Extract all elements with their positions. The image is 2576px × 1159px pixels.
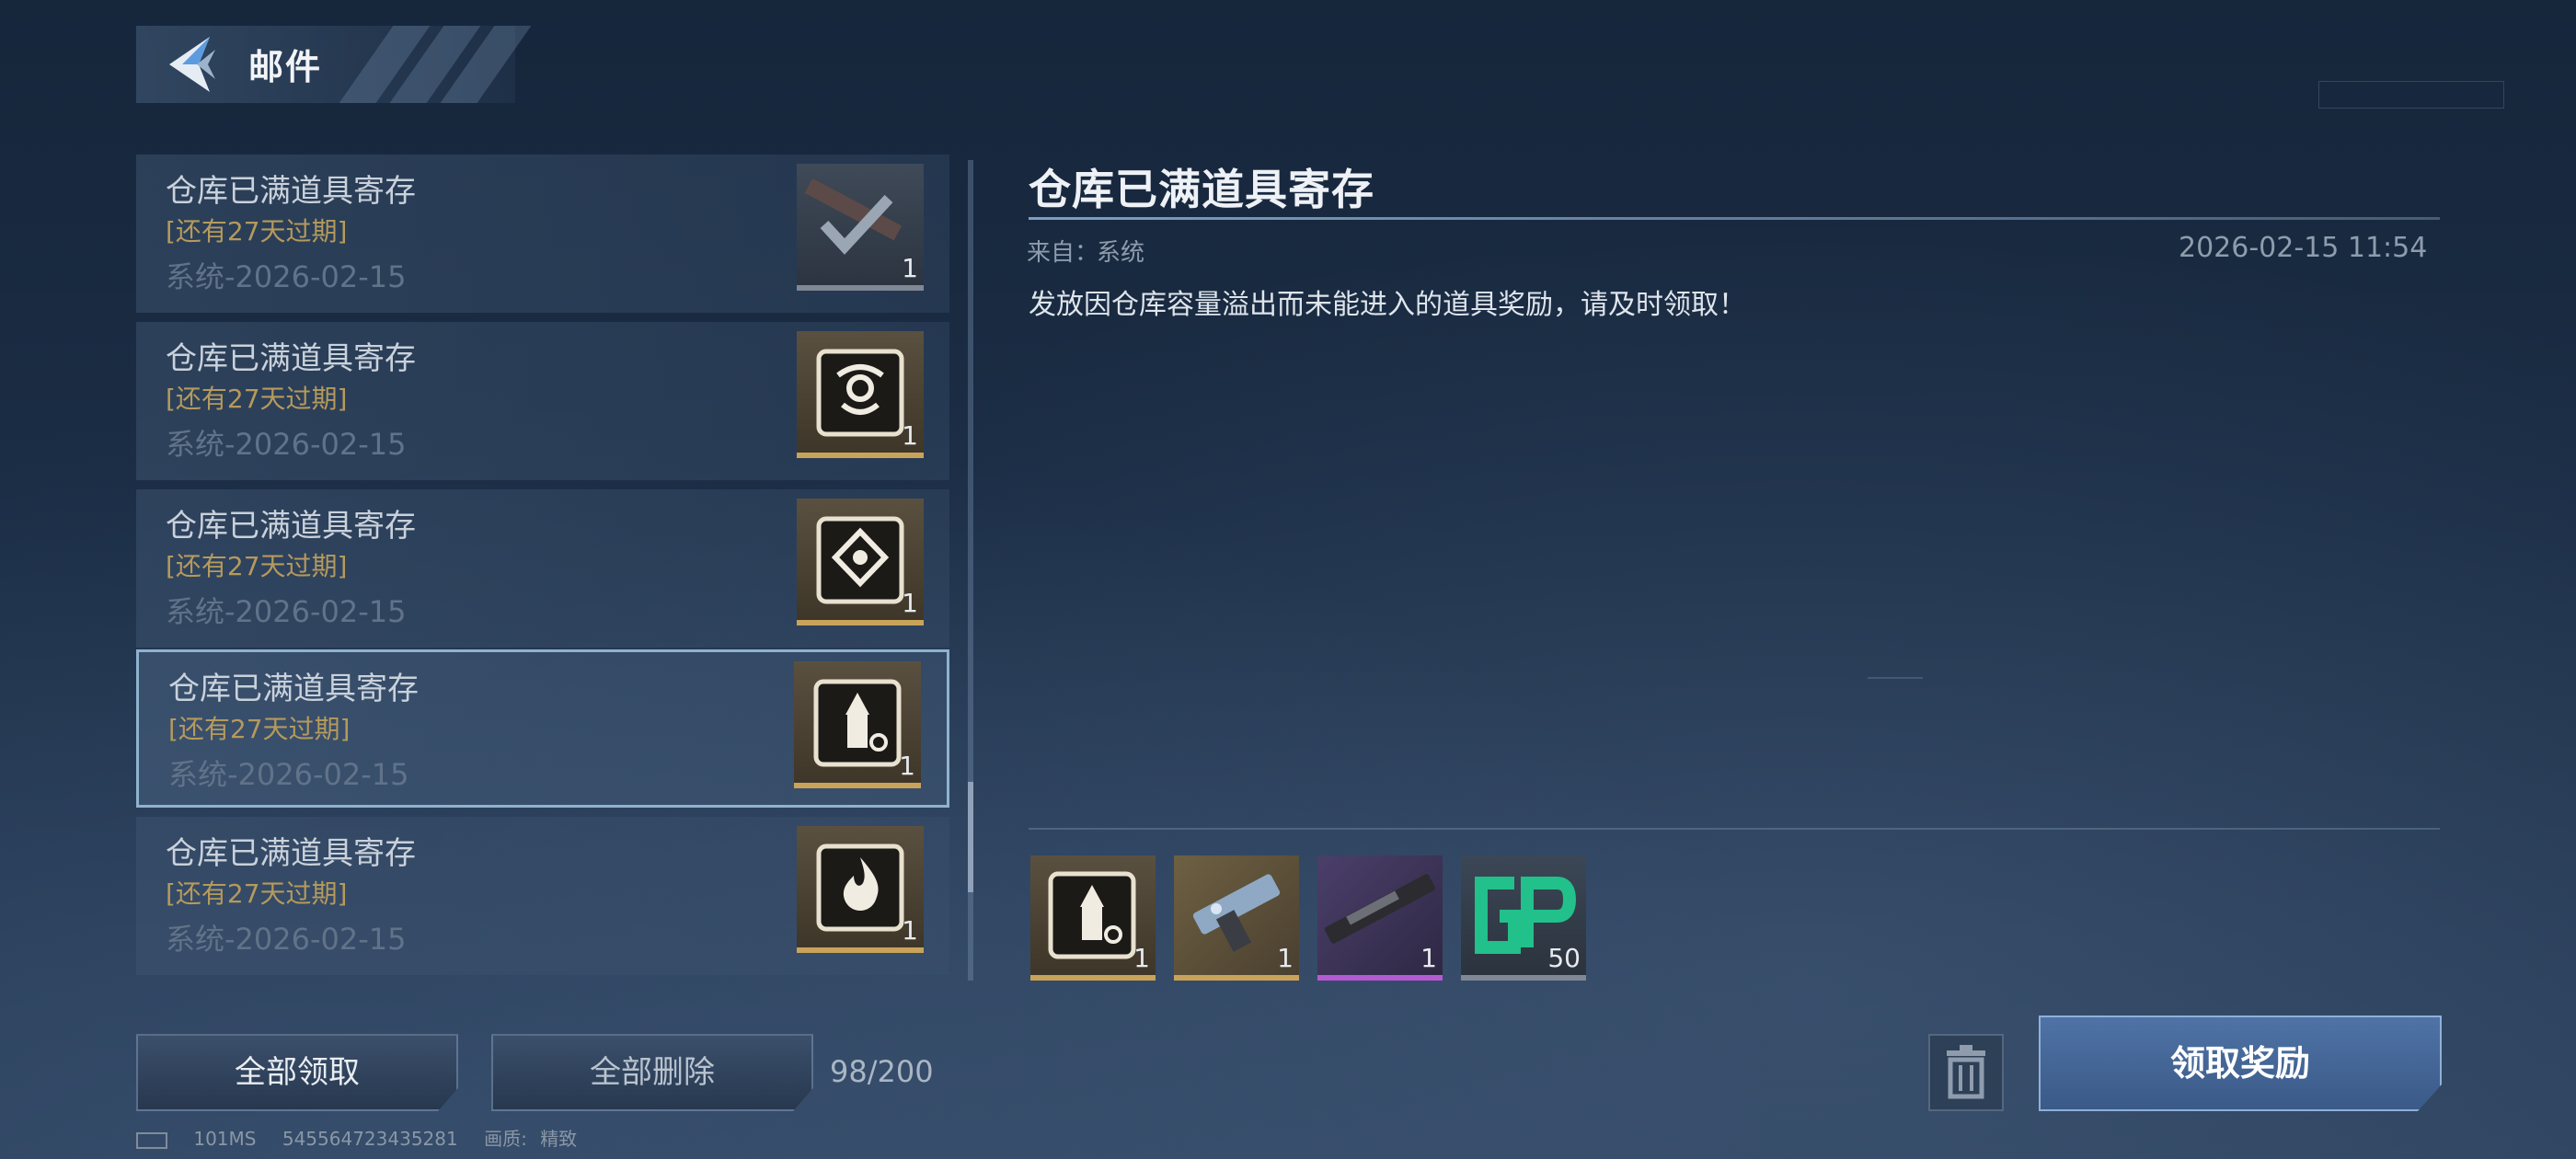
claim-all-button[interactable]: 全部领取 <box>136 1034 458 1111</box>
attachment-divider <box>1029 828 2440 830</box>
item-count: 1 <box>902 915 918 946</box>
title-divider <box>1029 217 2440 220</box>
mail-sender-date: 系统-2026-02-15 <box>166 922 407 957</box>
item-count: 1 <box>1277 943 1294 973</box>
mail-expire: [还有27天过期] <box>166 384 348 414</box>
mail-list-item[interactable]: 仓库已满道具寄存 [还有27天过期] 系统-2026-02-15 1 <box>136 489 949 648</box>
attachment-item[interactable]: 1 <box>1174 855 1299 981</box>
mail-list-item[interactable]: 仓库已满道具寄存 [还有27天过期] 系统-2026-02-15 1 <box>136 155 949 313</box>
item-count: 1 <box>1133 943 1150 973</box>
list-scrollbar-thumb[interactable] <box>968 782 973 892</box>
ping-value: 101MS <box>193 1128 257 1150</box>
quality-label: 画质: <box>484 1128 527 1150</box>
mail-expire: [还有27天过期] <box>166 878 348 909</box>
hud-decoration <box>1868 677 1923 679</box>
from-value: 系统 <box>1097 239 1145 267</box>
back-arrow-icon[interactable] <box>162 33 226 96</box>
ammo-upgrade-icon: 1 <box>794 661 921 788</box>
attachment-item[interactable]: 50 <box>1461 855 1586 981</box>
item-count: 50 <box>1547 943 1581 973</box>
from-label: 来自： <box>1027 239 1099 267</box>
item-count: 1 <box>1420 943 1437 973</box>
claim-all-label: 全部领取 <box>235 1054 360 1091</box>
detail-title: 仓库已满道具寄存 <box>1029 165 1374 214</box>
emblem-crest-icon: 1 <box>797 331 924 458</box>
quality-value: 精致 <box>540 1128 578 1150</box>
claim-reward-label: 领取奖励 <box>2169 1043 2310 1084</box>
user-id: 545564723435281 <box>282 1128 458 1150</box>
mail-title: 仓库已满道具寄存 <box>166 508 416 545</box>
emblem-diamond-icon: 1 <box>797 499 924 625</box>
mail-sender-date: 系统-2026-02-15 <box>168 757 409 792</box>
mail-list-item[interactable]: 仓库已满道具寄存 [还有27天过期] 系统-2026-02-15 1 <box>136 817 949 975</box>
mail-sender-date: 系统-2026-02-15 <box>166 259 407 294</box>
attachment-item[interactable]: 1 <box>1030 855 1156 981</box>
mail-list-item[interactable]: 仓库已满道具寄存 [还有27天过期] 系统-2026-02-15 1 <box>136 322 949 480</box>
mail-title: 仓库已满道具寄存 <box>166 173 416 210</box>
trash-icon[interactable] <box>1928 1034 2004 1111</box>
mail-sender-date: 系统-2026-02-15 <box>166 427 407 462</box>
mail-expire: [还有27天过期] <box>168 714 351 744</box>
mail-expire: [还有27天过期] <box>166 551 348 581</box>
mail-title: 仓库已满道具寄存 <box>168 671 419 707</box>
weapon-claimed-icon: 1 <box>797 164 924 291</box>
mail-timestamp: 2026-02-15 11:54 <box>2179 232 2428 264</box>
item-count: 1 <box>902 253 918 283</box>
item-count: 1 <box>899 751 915 781</box>
delete-all-label: 全部删除 <box>590 1054 715 1091</box>
claim-reward-button[interactable]: 领取奖励 <box>2039 1016 2442 1111</box>
item-count: 1 <box>902 588 918 618</box>
hud-decoration <box>2318 81 2504 109</box>
mail-list-item-selected[interactable]: 仓库已满道具寄存 [还有27天过期] 系统-2026-02-15 1 <box>136 649 949 808</box>
item-count: 1 <box>902 420 918 451</box>
mail-title: 仓库已满道具寄存 <box>166 340 416 377</box>
mail-body: 发放因仓库容量溢出而未能进入的道具奖励，请及时领取！ <box>1029 289 1746 321</box>
mail-expire: [还有27天过期] <box>166 216 348 247</box>
mail-list: 仓库已满道具寄存 [还有27天过期] 系统-2026-02-15 1 仓库已满道… <box>136 155 949 981</box>
status-bar: 101MS 545564723435281 画质: 精致 <box>136 1124 597 1152</box>
page-title: 邮件 <box>248 47 323 87</box>
attachment-item[interactable]: 1 <box>1317 855 1443 981</box>
mail-count: 98/200 <box>830 1054 934 1089</box>
signal-icon <box>136 1131 167 1149</box>
header-bar: 邮件 <box>136 26 532 103</box>
fire-icon: 1 <box>797 826 924 953</box>
mail-sender-date: 系统-2026-02-15 <box>166 594 407 629</box>
delete-all-button[interactable]: 全部删除 <box>491 1034 813 1111</box>
mail-title: 仓库已满道具寄存 <box>166 835 416 872</box>
